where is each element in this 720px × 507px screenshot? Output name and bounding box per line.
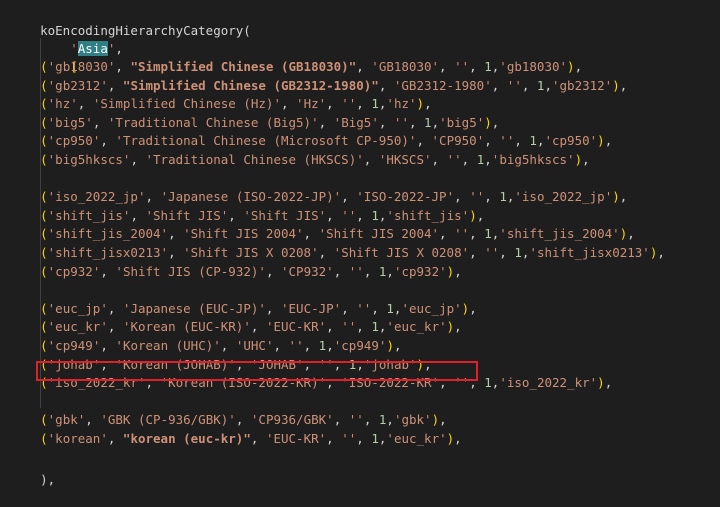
encoding-id: gb18030 — [55, 59, 108, 74]
code-line-encoding: ('cp932', 'Shift JIS (CP-932)', 'CP932',… — [40, 263, 462, 279]
code-line-encoding: ('gb18030', "Simplified Chinese (GB18030… — [40, 59, 583, 74]
encoding-id: cp932 — [55, 263, 93, 279]
encoding-short-name: GB18030 — [378, 59, 432, 74]
encoding-python-name: cp932 — [401, 263, 440, 279]
encoding-display-name: Japanese (ISO-2022-JP) — [168, 189, 334, 205]
encoding-python-name: big5 — [446, 114, 477, 130]
code-line-encoding: ('cp950', 'Traditional Chinese (Microsof… — [40, 133, 613, 149]
encoding-display-name: Shift JIS — [153, 207, 221, 223]
encoding-id: euc_kr — [55, 319, 101, 335]
asia-selected-text[interactable]: Asia — [77, 41, 108, 56]
encoding-id: iso_2022_jp — [55, 189, 138, 205]
encoding-id: shift_jis_2004 — [55, 226, 161, 242]
encoding-short-name: Hz — [303, 96, 319, 112]
code-line-encoding: ('iso_2022_jp', 'Japanese (ISO-2022-JP)'… — [40, 189, 628, 205]
encoding-id: big5hkscs — [55, 152, 123, 167]
encoding-short-name: CP950 — [439, 133, 477, 149]
encoding-python-name: euc_kr — [393, 431, 440, 446]
encoding-display-name: Simplified Chinese (GB2312-1980) — [130, 77, 372, 93]
code-line-encoding: ('shift_jisx0213', 'Shift JIS X 0208', '… — [40, 245, 665, 260]
encoding-id: big5 — [55, 114, 86, 130]
encoding-python-name: euc_jp — [408, 300, 455, 316]
encoding-flag: 1 — [499, 189, 507, 205]
encoding-short-name: EUC-JP — [288, 300, 334, 316]
encoding-display-name: Traditional Chinese (HKSCS) — [153, 152, 357, 167]
code-line-encoding: ('big5', 'Traditional Chinese (Big5)', '… — [40, 114, 500, 130]
code-line-open-bracket: [ — [70, 59, 78, 74]
encoding-short-name: CP932 — [288, 263, 327, 279]
encoding-flag: 1 — [371, 431, 379, 446]
encoding-short-name: Shift JIS 2004 — [326, 226, 432, 242]
code-line-encoding: ('hz', 'Simplified Chinese (Hz)', 'Hz', … — [40, 96, 432, 112]
encoding-flag: 1 — [371, 319, 379, 335]
code-line-encoding: ('shift_jis_2004', 'Shift JIS 2004', 'Sh… — [40, 226, 635, 242]
encoding-id: shift_jis — [55, 207, 123, 223]
encoding-flag: 1 — [371, 207, 379, 223]
code-line-closing: ), — [40, 471, 56, 487]
code-line-encoding: ('gbk', 'GBK (CP-936/GBK)', 'CP936/GBK',… — [40, 412, 447, 428]
highlight-annotation-box — [36, 361, 478, 381]
encoding-flag: 1 — [386, 300, 394, 316]
encoding-id: korean — [55, 431, 101, 446]
encoding-short-name: HKSCS — [386, 152, 424, 167]
encoding-display-name: Simplified Chinese (Hz) — [100, 96, 274, 112]
encoding-python-name: cp950 — [552, 133, 590, 149]
encoding-display-name: Korean (UHC) — [122, 338, 214, 353]
encoding-python-name: shift_jis_2004 — [506, 226, 613, 242]
encoding-flag: 1 — [529, 133, 537, 149]
encoding-display-name: Traditional Chinese (Microsoft CP-950) — [122, 133, 409, 149]
code-line-header: koEncodingHierarchyCategory( — [10, 4, 251, 38]
encoding-flag: 1 — [484, 226, 492, 242]
encoding-flag: 1 — [484, 59, 492, 74]
encoding-flag: 1 — [484, 375, 492, 391]
code-line-encoding: ('shift_jis', 'Shift JIS', 'Shift JIS', … — [40, 207, 485, 223]
encoding-display-name: Shift JIS X 0208 — [190, 245, 312, 260]
encoding-flag: 1 — [371, 96, 379, 112]
encoding-id: euc_jp — [55, 300, 101, 316]
encoding-short-name: Shift JIS X 0208 — [341, 245, 462, 260]
code-line-encoding: ('gb2312', "Simplified Chinese (GB2312-1… — [40, 77, 628, 93]
encoding-id: hz — [55, 96, 71, 112]
encoding-python-name: gb2312 — [559, 77, 605, 93]
encoding-flag: 1 — [514, 245, 522, 260]
encoding-short-name: ISO-2022-JP — [363, 189, 447, 205]
encoding-display-name: korean (euc-kr) — [130, 431, 244, 446]
encoding-short-name: EUC-KR — [273, 319, 319, 335]
encoding-python-name: shift_jis — [393, 207, 462, 223]
encoding-python-name: shift_jisx0213 — [536, 245, 643, 260]
encoding-short-name: Big5 — [341, 114, 372, 130]
encoding-id: shift_jisx0213 — [55, 245, 161, 260]
encoding-display-name: Korean (EUC-KR) — [130, 319, 244, 335]
encoding-display-name: Traditional Chinese (Big5) — [115, 114, 312, 130]
encoding-python-name: hz — [393, 96, 410, 112]
encoding-id: cp950 — [55, 133, 93, 149]
encoding-display-name: Japanese (EUC-JP) — [130, 300, 259, 316]
encoding-python-name: gb18030 — [506, 59, 560, 74]
encoding-display-name: Shift JIS 2004 — [190, 226, 297, 242]
code-line-encoding: ('euc_kr', 'Korean (EUC-KR)', 'EUC-KR', … — [40, 319, 462, 335]
code-line-encoding: ('euc_jp', 'Japanese (EUC-JP)', 'EUC-JP'… — [40, 300, 477, 316]
code-line-encoding: ('cp949', 'Korean (UHC)', 'UHC', '', 1,'… — [40, 338, 402, 353]
encoding-python-name: iso_2022_jp — [521, 189, 605, 205]
encoding-python-name: euc_kr — [393, 319, 440, 335]
encoding-id: gb2312 — [55, 77, 101, 93]
encoding-id: cp949 — [55, 338, 93, 353]
encoding-python-name: cp949 — [341, 338, 379, 353]
encoding-short-name: GB2312-1980 — [401, 77, 485, 93]
encoding-display-name: Simplified Chinese (GB18030) — [137, 59, 349, 74]
code-line-encoding: ('big5hkscs', 'Traditional Chinese (HKSC… — [40, 152, 590, 167]
encoding-flag: 1 — [424, 114, 432, 130]
encoding-short-name: Shift JIS — [250, 207, 319, 223]
encoding-python-name: iso_2022_kr — [506, 375, 590, 391]
code-line-korean-highlighted: ('korean', "korean (euc-kr)", 'EUC-KR', … — [40, 431, 462, 446]
encoding-short-name: UHC — [243, 338, 266, 353]
encoding-short-name: EUC-KR — [273, 431, 319, 446]
encoding-python-name: big5hkscs — [499, 152, 568, 167]
encoding-display-name: Shift JIS (CP-932) — [122, 263, 259, 279]
code-editor[interactable]: koEncodingHierarchyCategory( 'Asia', [ (… — [0, 0, 720, 487]
code-line-asia: 'Asia', — [70, 41, 123, 56]
